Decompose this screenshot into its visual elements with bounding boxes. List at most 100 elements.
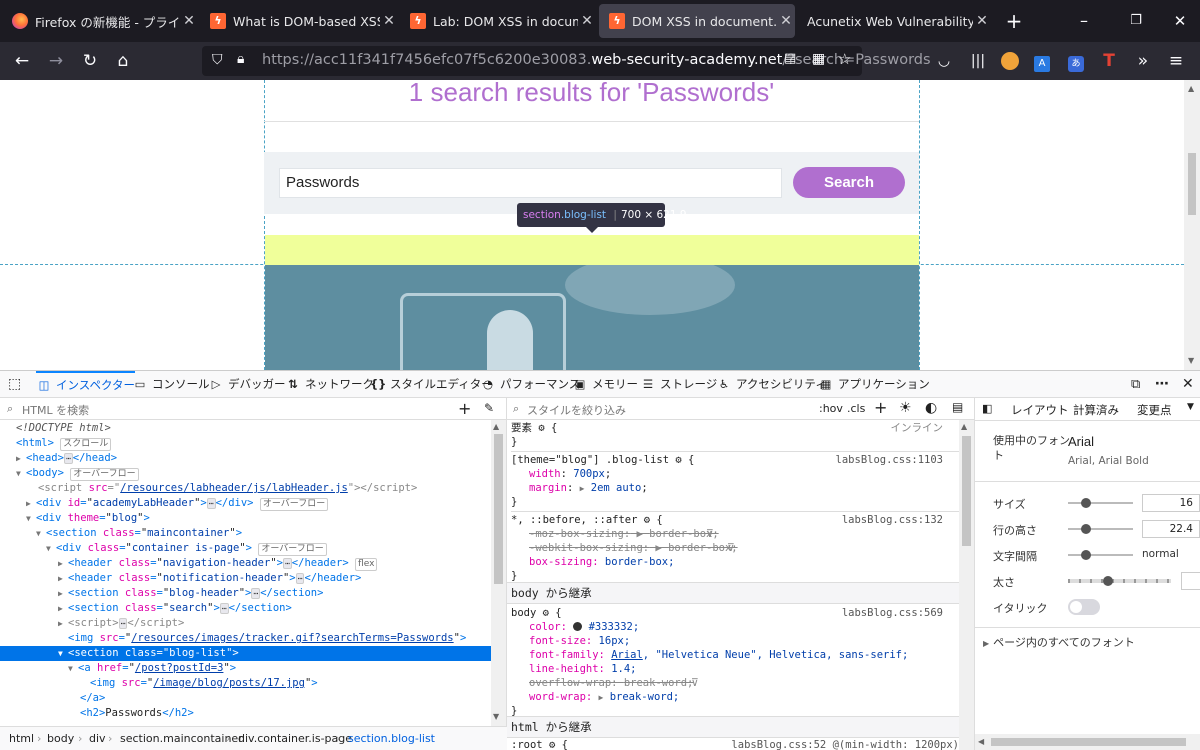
bookmark-star-icon[interactable]: ☆: [838, 50, 851, 68]
tab-acunetix[interactable]: Acunetix Web Vulnerability Scanner ✕: [797, 4, 991, 38]
breadcrumb-div[interactable]: div: [89, 732, 106, 745]
eyedropper-icon[interactable]: ✎: [484, 401, 494, 415]
declaration[interactable]: font-family: Arial, "Helvetica Neue", He…: [529, 649, 908, 662]
breadcrumb-body[interactable]: body: [47, 732, 74, 745]
back-button[interactable]: ←: [11, 50, 33, 72]
weight-input[interactable]: [1181, 572, 1200, 590]
search-section-node[interactable]: ▶ <section class="search"> ⋯ </section>: [0, 601, 491, 616]
script-src-link[interactable]: /resources/labheader/js/labHeader.js: [120, 482, 348, 494]
tab-changes[interactable]: 変更点: [1137, 402, 1172, 418]
blog-post-image[interactable]: [265, 265, 919, 370]
body-rule-header[interactable]: body ⚙ {: [511, 607, 562, 620]
html-node[interactable]: <html> スクロール: [0, 436, 491, 451]
size-slider-knob[interactable]: [1081, 498, 1091, 508]
home-button[interactable]: ⌂: [112, 50, 134, 72]
filter-icon[interactable]: ⊽: [691, 677, 699, 690]
all-fonts-expander[interactable]: ▶ ページ内のすべてのフォント: [983, 634, 1135, 650]
shield-icon[interactable]: ⛉: [212, 52, 223, 68]
close-icon[interactable]: ✕: [380, 13, 398, 29]
scroll-badge[interactable]: スクロール: [60, 438, 112, 451]
flex-badge[interactable]: flex: [355, 558, 378, 571]
close-icon[interactable]: ✕: [578, 13, 596, 29]
breadcrumb-html[interactable]: html: [9, 732, 34, 745]
declaration-overridden[interactable]: -moz-box-sizing: ▶ border-box;: [529, 528, 719, 541]
close-icon[interactable]: ✕: [777, 13, 795, 29]
post-img-node[interactable]: <img src="/image/blog/posts/17.jpg">: [0, 676, 491, 691]
source-link[interactable]: labsBlog.css:569: [842, 607, 943, 620]
declaration[interactable]: width: 700px;: [529, 468, 611, 481]
spacing-slider[interactable]: [1068, 554, 1133, 556]
close-icon[interactable]: ✕: [180, 13, 198, 29]
hov-button[interactable]: :hov: [819, 402, 843, 415]
gear-icon[interactable]: ⚙: [538, 422, 544, 434]
breadcrumb-maincontainer[interactable]: section.maincontainer: [120, 732, 243, 745]
breadcrumb-blog-list[interactable]: section.blog-list: [348, 732, 435, 745]
reload-button[interactable]: ↻: [79, 50, 101, 72]
toggle-knob[interactable]: [1070, 601, 1082, 613]
post-href-link[interactable]: /post?postId=3: [135, 662, 224, 674]
search-input[interactable]: Passwords: [279, 168, 782, 198]
chevron-up-icon[interactable]: ▲: [1188, 84, 1194, 93]
gear-icon[interactable]: ⚙: [549, 739, 555, 750]
tab-layout[interactable]: レイアウト: [1011, 402, 1069, 418]
localcdn-icon[interactable]: [999, 50, 1021, 72]
head-node[interactable]: ▶ <head> ⋯ </head>: [0, 451, 491, 466]
close-devtools-icon[interactable]: ✕: [1182, 371, 1194, 398]
lineheight-slider-knob[interactable]: [1081, 524, 1091, 534]
weight-slider[interactable]: [1068, 579, 1171, 583]
expand-icon[interactable]: ▶: [983, 639, 989, 648]
size-input[interactable]: 16: [1142, 494, 1200, 512]
root-rule-header[interactable]: :root ⚙ {: [511, 739, 568, 750]
collapse-icon[interactable]: ▼: [16, 466, 26, 481]
italic-toggle[interactable]: [1068, 599, 1100, 615]
translate-icon[interactable]: A: [1031, 50, 1053, 72]
declaration[interactable]: margin: ▶ 2em auto;: [529, 482, 648, 495]
new-tab-button[interactable]: +: [1002, 9, 1026, 33]
chevron-up-icon[interactable]: ▲: [961, 422, 967, 431]
filter-icon[interactable]: ⊽: [706, 528, 714, 541]
breadcrumb-container[interactable]: div.container.is-page: [238, 732, 352, 745]
academy-header-node[interactable]: ▶ <div id="academyLabHeader"> ⋯ </div> オーバー…: [0, 496, 491, 511]
translate-extension-icon[interactable]: あ: [1065, 50, 1087, 72]
container-node[interactable]: ▼ <div class="container is-page"> オーバーフロー: [0, 541, 491, 556]
tab-performance[interactable]: ◔ パフォーマンス: [480, 371, 580, 398]
declaration[interactable]: font-size: 16px;: [529, 635, 630, 648]
horizontal-scrollbar[interactable]: ◀: [975, 734, 1200, 750]
tab-dom-xss-active[interactable]: ϟ DOM XSS in document.write ✕: [599, 4, 795, 38]
scrollbar-thumb[interactable]: [494, 434, 503, 584]
declaration[interactable]: line-height: 1.4;: [529, 663, 636, 676]
declaration-overridden[interactable]: -webkit-box-sizing: ▶ border-box;: [529, 542, 738, 555]
tab-console[interactable]: ▭ コンソール: [132, 371, 210, 398]
chevron-down-icon[interactable]: ▼: [1187, 402, 1194, 412]
source-link[interactable]: labsBlog.css:132: [842, 514, 943, 527]
blog-list-rule-header[interactable]: [theme="blog"] .blog-list ⚙ {: [511, 454, 694, 467]
val-used-font[interactable]: Arial: [611, 649, 643, 661]
element-picker-icon[interactable]: ⬚: [8, 371, 21, 398]
universal-rule-header[interactable]: *, ::before, ::after ⚙ {: [511, 514, 663, 527]
img-src-link[interactable]: /image/blog/posts/17.jpg: [153, 677, 305, 689]
lineheight-slider[interactable]: [1068, 528, 1133, 530]
overflow-badge[interactable]: オーバーフロー: [259, 498, 329, 511]
rules-scrollbar[interactable]: ▲: [959, 420, 974, 750]
restore-button[interactable]: ❐: [1124, 9, 1148, 33]
chevron-down-icon[interactable]: ▼: [1188, 356, 1194, 365]
gear-icon[interactable]: ⚙: [543, 607, 549, 619]
spacing-slider-knob[interactable]: [1081, 550, 1091, 560]
more-options-icon[interactable]: ⋯: [1155, 371, 1169, 398]
scrollbar-thumb[interactable]: [962, 436, 971, 546]
forward-button[interactable]: →: [45, 50, 67, 72]
inline-script-node[interactable]: ▶ <script> ⋯ </script>: [0, 616, 491, 631]
chevron-left-icon[interactable]: ◀: [978, 737, 984, 746]
overflow-badge[interactable]: オーバーフロー: [70, 468, 139, 481]
overflow-badge[interactable]: オーバーフロー: [258, 543, 327, 556]
hamburger-menu-icon[interactable]: ≡: [1165, 50, 1187, 72]
scrollbar-thumb[interactable]: [991, 738, 1186, 746]
style-filter-input[interactable]: スタイルを絞り込み: [527, 402, 787, 418]
reader-translate-icon[interactable]: ▤: [784, 51, 796, 66]
lineheight-input[interactable]: 22.4: [1142, 520, 1200, 538]
declaration[interactable]: word-wrap: ▶ break-word;: [529, 691, 679, 704]
markup-scrollbar[interactable]: ▲ ▼: [491, 420, 506, 726]
overflow-menu-icon[interactable]: »: [1132, 50, 1154, 72]
tab-style-editor[interactable]: {} スタイルエディター: [370, 371, 493, 398]
tab-network[interactable]: ⇅ ネットワーク: [285, 371, 374, 398]
